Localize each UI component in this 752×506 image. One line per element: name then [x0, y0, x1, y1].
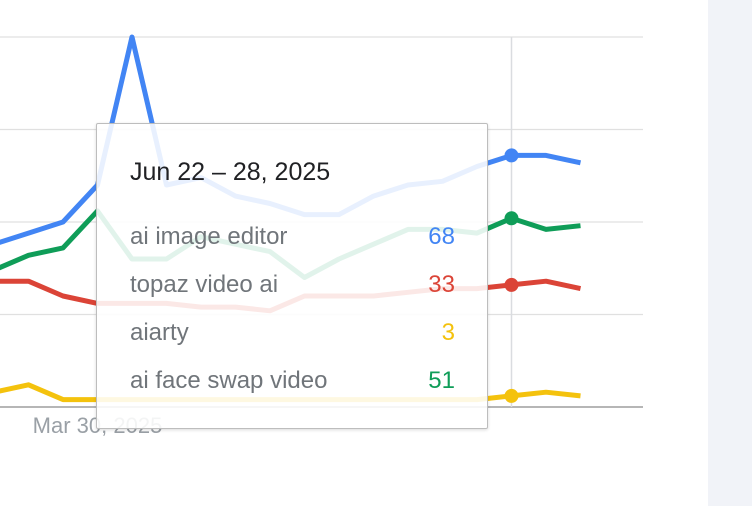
highlight-point[interactable]: [504, 388, 519, 403]
tooltip-value: 33: [428, 271, 455, 298]
tooltip-row: topaz video ai 33: [130, 271, 455, 301]
tooltip-term: topaz video ai: [130, 271, 279, 298]
highlight-point[interactable]: [504, 277, 519, 292]
side-panel: [708, 0, 752, 506]
highlight-point[interactable]: [504, 211, 519, 226]
tooltip-row: ai image editor 68: [130, 223, 455, 253]
tooltip-value: 68: [428, 223, 455, 250]
trend-chart: Mar 30, 2025 Jun 22 – 28, 2025 ai image …: [0, 0, 708, 506]
highlight-point[interactable]: [504, 148, 519, 163]
tooltip-row: ai face swap video 51: [130, 367, 455, 397]
tooltip-row: aiarty 3: [130, 319, 455, 349]
tooltip-value: 3: [441, 319, 455, 346]
hover-tooltip: Jun 22 – 28, 2025 ai image editor 68 top…: [96, 123, 488, 429]
tooltip-term: ai image editor: [130, 223, 288, 250]
tooltip-value: 51: [428, 367, 455, 394]
tooltip-term: aiarty: [130, 319, 189, 346]
tooltip-term: ai face swap video: [130, 367, 328, 394]
tooltip-date: Jun 22 – 28, 2025: [130, 158, 331, 186]
